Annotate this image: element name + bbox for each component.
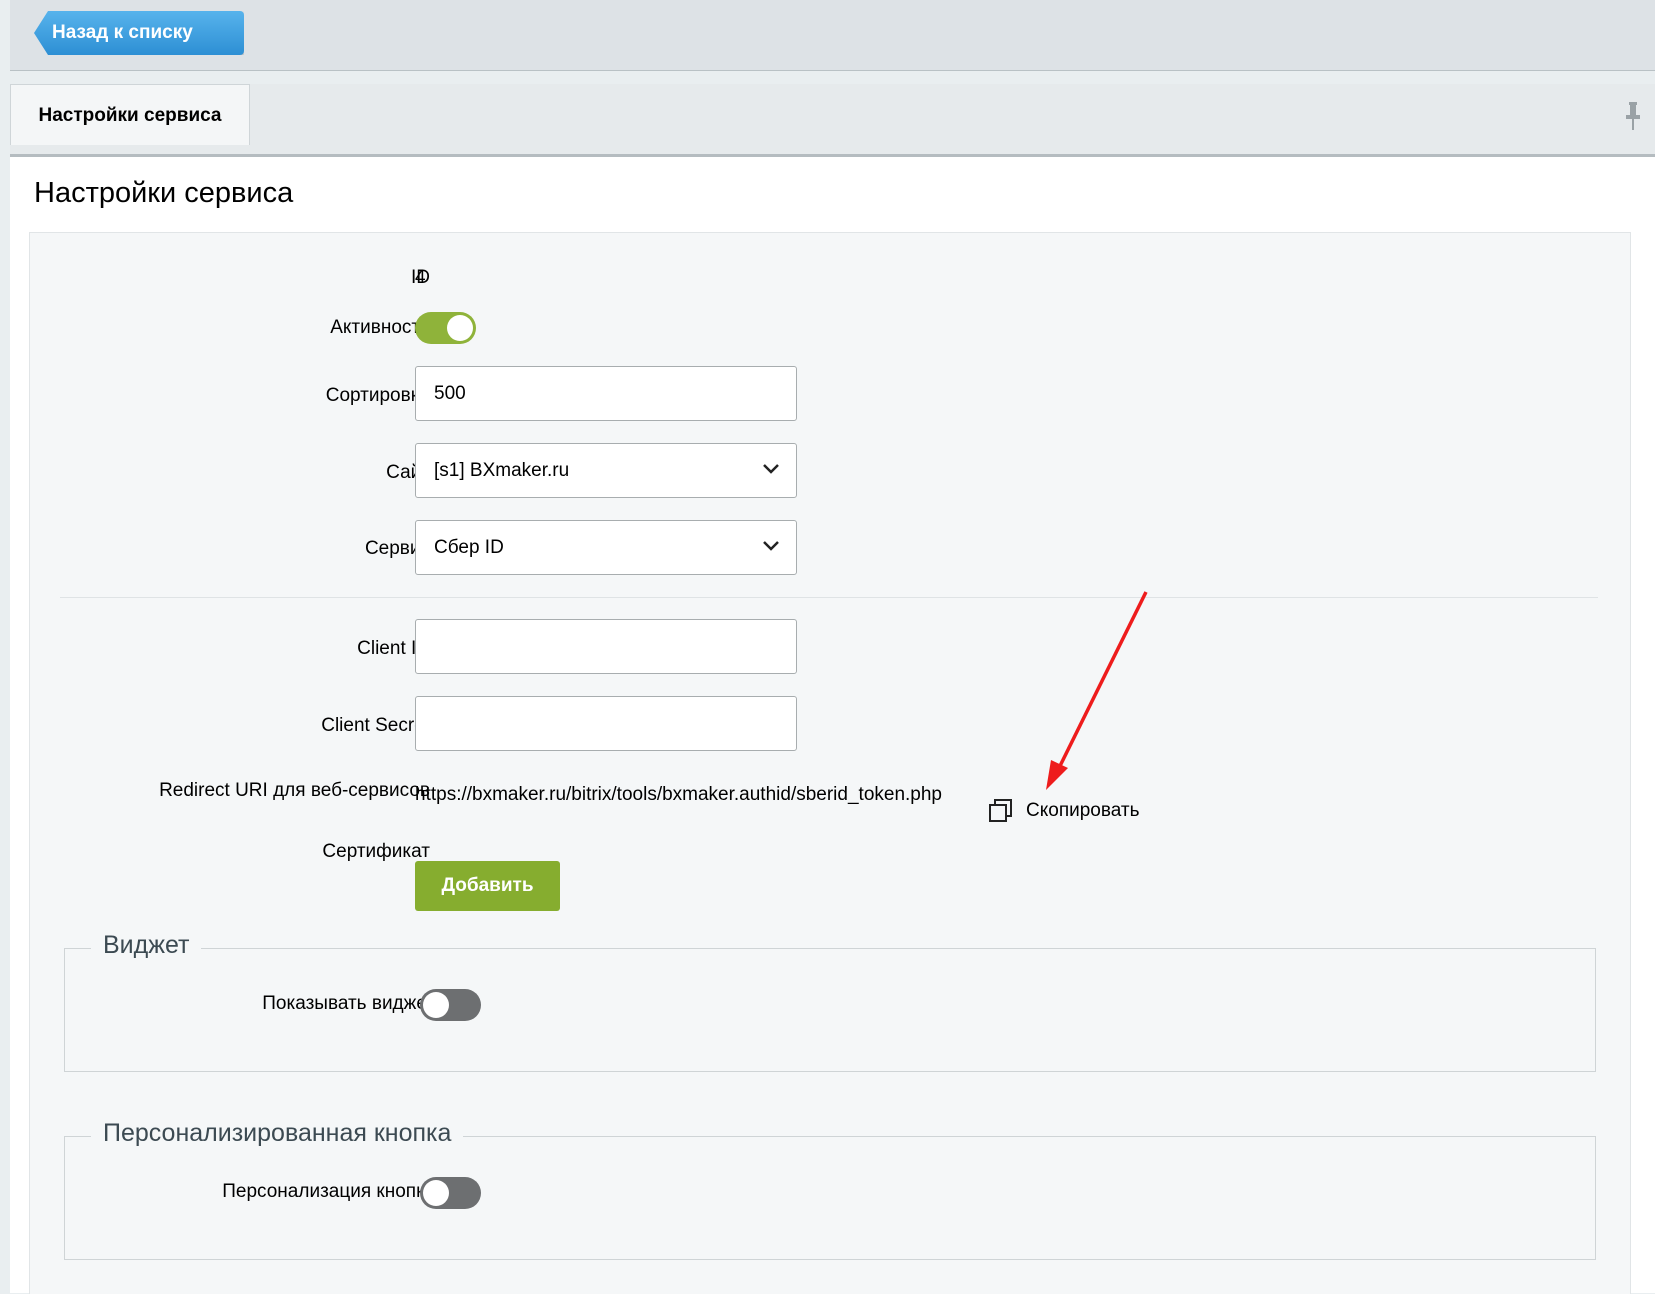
add-certificate-button[interactable]: Добавить — [415, 861, 560, 911]
client-id-label: Client ID — [357, 638, 430, 659]
tab-bar: Настройки сервиса — [10, 84, 1655, 157]
content-panel: Настройки сервиса ID 4 Активность Сортир… — [10, 157, 1655, 1294]
certificate-label: Сертификат — [322, 841, 430, 862]
page-title: Настройки сервиса — [34, 177, 294, 209]
personalize-button-toggle[interactable] — [420, 1177, 481, 1209]
top-toolbar: Назад к списку — [10, 0, 1655, 71]
custom-button-legend: Персонализированная кнопка — [91, 1119, 464, 1148]
redirect-uri-value: https://bxmaker.ru/bitrix/tools/bxmaker.… — [415, 784, 942, 805]
copy-button[interactable]: Скопировать — [988, 798, 1139, 824]
section-divider — [60, 597, 1598, 598]
custom-button-fieldset: Персонализированная кнопка Персонализаци… — [64, 1119, 1596, 1260]
sort-label: Сортировка — [325, 385, 430, 406]
active-label: Активность — [330, 317, 430, 338]
chevron-down-icon — [763, 464, 779, 474]
settings-form: ID 4 Активность Сортировка Сайт [s1] BXm… — [29, 232, 1631, 1294]
tab-service-settings[interactable]: Настройки сервиса — [10, 84, 250, 145]
pin-icon[interactable] — [1625, 102, 1641, 130]
sort-input[interactable] — [415, 366, 797, 421]
redirect-uri-label: Redirect URI для веб-сервисов — [159, 780, 430, 801]
personalize-button-label: Персонализация кнопки — [222, 1181, 435, 1202]
id-value: 4 — [415, 267, 426, 288]
site-select-value: [s1] BXmaker.ru — [434, 460, 570, 481]
client-id-input[interactable] — [415, 619, 797, 674]
site-label: Сайт — [386, 462, 430, 483]
show-widget-label: Показывать виджет — [262, 993, 435, 1014]
site-select[interactable]: [s1] BXmaker.ru — [415, 443, 797, 498]
show-widget-toggle[interactable] — [420, 989, 481, 1021]
back-to-list-button[interactable]: Назад к списку — [34, 11, 244, 55]
service-label: Сервис — [364, 538, 430, 559]
active-toggle[interactable] — [415, 312, 476, 344]
service-select[interactable]: Сбер ID — [415, 520, 797, 575]
widget-legend: Виджет — [91, 931, 202, 960]
chevron-down-icon — [763, 541, 779, 551]
copy-label: Скопировать — [1026, 800, 1140, 821]
id-label: ID — [411, 267, 430, 288]
service-select-value: Сбер ID — [434, 537, 504, 558]
widget-fieldset: Виджет Показывать виджет — [64, 931, 1596, 1072]
client-secret-input[interactable] — [415, 696, 797, 751]
client-secret-label: Client Secret — [321, 715, 430, 736]
copy-icon — [989, 799, 1012, 822]
